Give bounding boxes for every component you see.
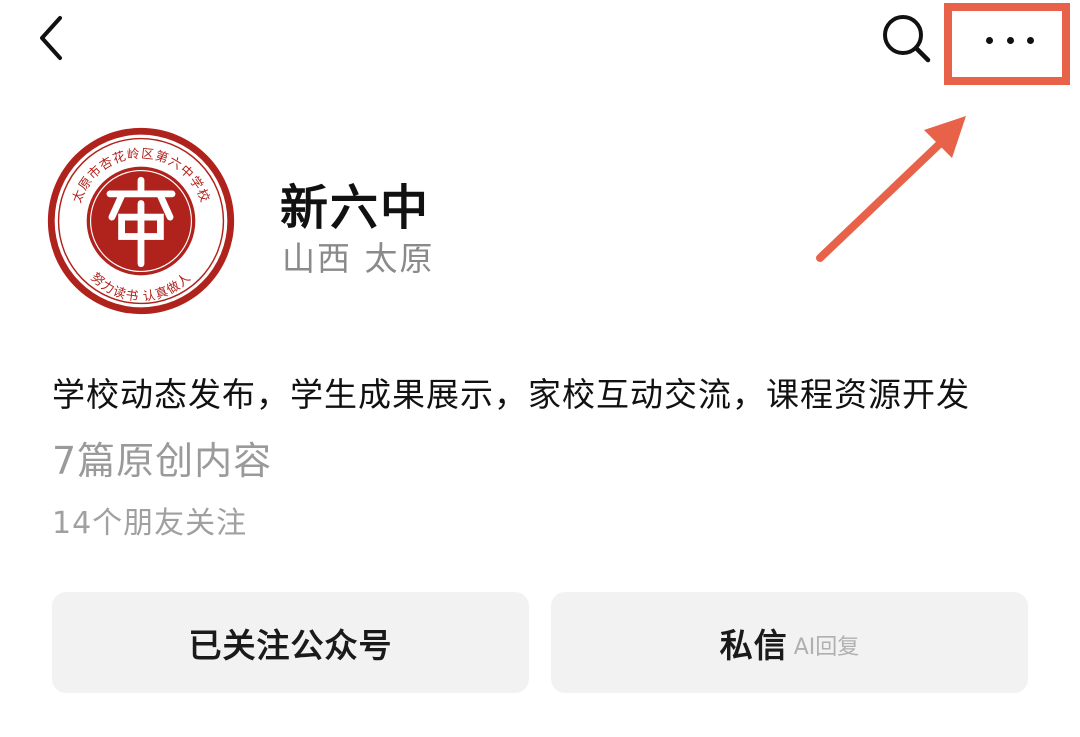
search-button[interactable]: [876, 8, 936, 68]
more-horizontal-icon: [986, 33, 1034, 47]
chevron-left-icon: [40, 16, 62, 60]
more-options-button[interactable]: [944, 3, 1070, 85]
follow-button-label: 已关注公众号: [188, 625, 393, 665]
message-button-label: 私信: [719, 625, 788, 665]
account-name: 新六中: [280, 180, 431, 236]
back-button[interactable]: [22, 6, 82, 66]
ai-reply-label: AI回复: [793, 634, 860, 660]
search-icon: [883, 15, 931, 63]
account-description: 学校动态发布，学生成果展示，家校互动交流，课程资源开发: [52, 375, 970, 414]
annotation-arrow: [816, 116, 966, 262]
private-message-button[interactable]: 私信 AI回复: [551, 592, 1028, 693]
account-location: 山西 太原: [282, 239, 435, 278]
followed-account-button[interactable]: 已关注公众号: [52, 592, 529, 693]
original-articles-count[interactable]: 7篇原创内容: [52, 430, 272, 485]
friends-following-count[interactable]: 14个朋友关注: [52, 498, 247, 542]
account-logo: 太原市杏花岭区第六中学校 努力读书 认真做人: [47, 127, 235, 315]
